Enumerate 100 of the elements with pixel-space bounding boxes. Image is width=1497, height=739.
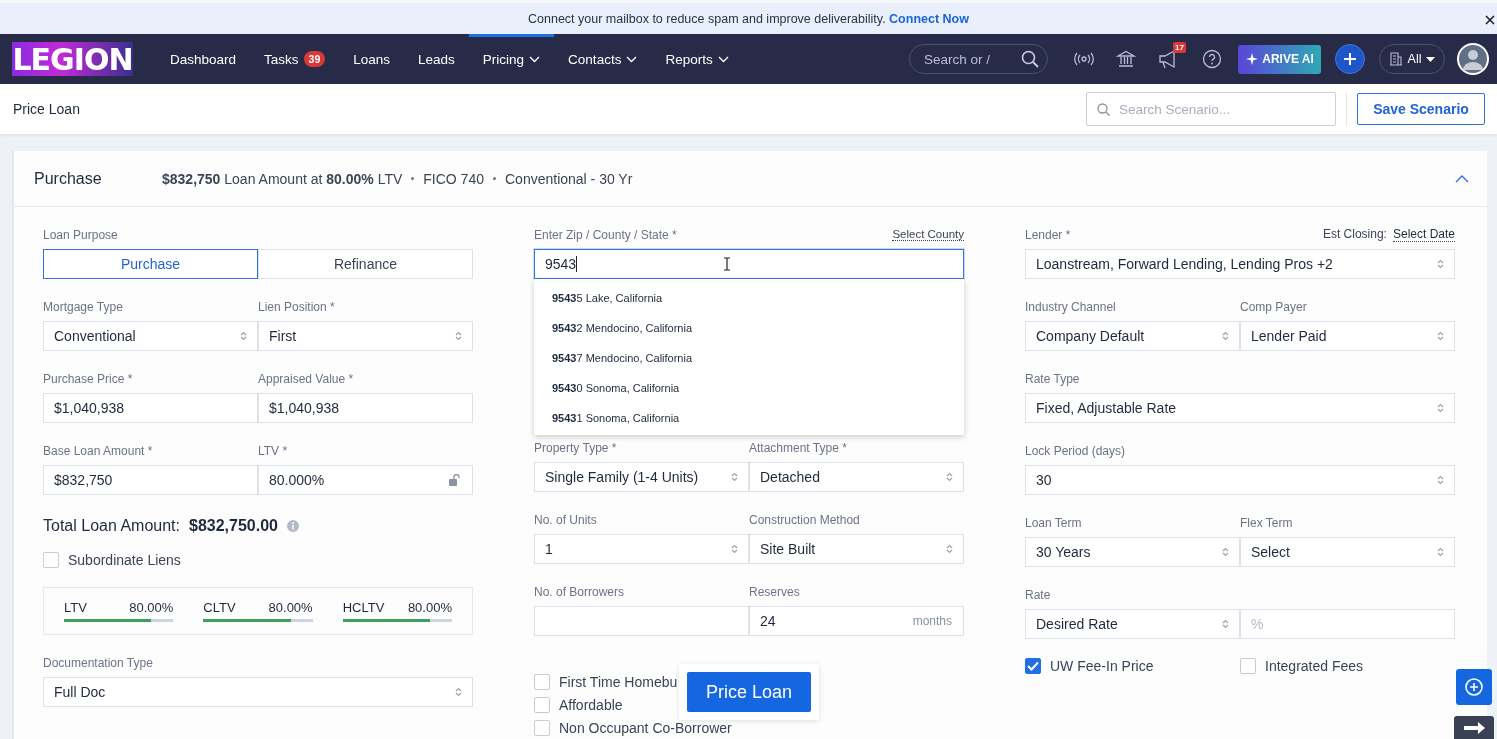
search-field[interactable]: Search or / xyxy=(909,44,1048,74)
checkbox-label: First Time Homebu xyxy=(559,674,678,690)
ratio-label: HCLTV xyxy=(342,600,385,615)
avatar[interactable] xyxy=(1457,43,1489,75)
sort-caret-icon xyxy=(946,472,953,482)
checkbox-label: Non Occupant Co-Borrower xyxy=(559,720,732,736)
price-loan-button[interactable]: Price Loan xyxy=(687,672,811,712)
input-field[interactable]: $1,040,938 xyxy=(43,393,258,423)
checkbox[interactable] xyxy=(43,552,59,568)
count-badge: 39 xyxy=(303,51,326,67)
checkbox[interactable] xyxy=(534,674,550,690)
help-icon[interactable] xyxy=(1202,49,1222,69)
nav-tab[interactable]: Contacts xyxy=(554,34,652,84)
banner-text: Connect your mailbox to reduce spam and improve deliverability. Connect Now xyxy=(528,11,969,26)
closing-label: Est Closing: xyxy=(1322,227,1387,242)
nav-tab[interactable]: Loans xyxy=(339,34,405,84)
checkbox-label: UW Fee-In Price xyxy=(1050,658,1154,674)
select-county-link[interactable]: Select County xyxy=(892,228,964,241)
field-label: Mortgage Type xyxy=(43,299,123,314)
field-label: Appraised Value * xyxy=(258,371,354,386)
input-field[interactable]: % xyxy=(1240,609,1455,639)
select-field[interactable]: Detached xyxy=(749,462,964,492)
connect-link[interactable]: Connect Now xyxy=(889,11,969,26)
select-field[interactable]: First xyxy=(258,321,473,351)
chevron-up-icon[interactable] xyxy=(1455,174,1469,183)
ratio-label: LTV xyxy=(64,600,87,615)
field-label: Loan Purpose xyxy=(43,227,118,242)
select-field[interactable]: 30 xyxy=(1025,465,1455,495)
field-label: Comp Payer xyxy=(1240,299,1307,314)
unlock-icon[interactable] xyxy=(449,474,460,486)
checkbox[interactable] xyxy=(1025,658,1041,674)
sort-caret-icon xyxy=(455,331,462,341)
arrow-right-icon xyxy=(1462,721,1486,735)
input-field[interactable]: $1,040,938 xyxy=(258,393,473,423)
ai-button[interactable]: ARIVE AI xyxy=(1238,44,1321,74)
sort-caret-icon xyxy=(1222,619,1229,629)
suggestion-item[interactable]: 95430 Sonoma, California xyxy=(534,373,964,403)
nav-tab[interactable]: Leads xyxy=(404,34,469,84)
select-field[interactable]: Lender Paid xyxy=(1240,321,1455,351)
select-field[interactable]: Full Doc xyxy=(43,677,473,707)
broadcast-icon[interactable] xyxy=(1074,52,1094,66)
checkbox-label: Affordable xyxy=(559,697,623,713)
close-icon[interactable] xyxy=(1485,15,1495,25)
checkbox[interactable] xyxy=(534,697,550,713)
sort-caret-icon xyxy=(1222,547,1229,557)
total-label: Total Loan Amount: xyxy=(43,517,180,535)
sparkle-icon xyxy=(1245,52,1259,66)
checkbox-label: Integrated Fees xyxy=(1265,658,1364,674)
field-label: Loan Term xyxy=(1025,515,1082,530)
segment-option[interactable]: Refinance xyxy=(258,249,473,279)
select-field[interactable]: 30 Years xyxy=(1025,537,1240,567)
arrow-button[interactable] xyxy=(1454,716,1494,739)
select-field[interactable]: 1 xyxy=(534,534,749,564)
sort-caret-icon xyxy=(240,331,247,341)
select-field[interactable]: Desired Rate xyxy=(1025,609,1240,639)
add-button[interactable] xyxy=(1335,44,1365,74)
suggestion-item[interactable]: 95437 Mendocino, California xyxy=(534,343,964,373)
select-field[interactable]: Conventional xyxy=(43,321,258,351)
nav-tab[interactable]: Tasks 39 xyxy=(250,34,340,84)
add-circle-button[interactable] xyxy=(1456,669,1492,705)
ratio-label: CLTV xyxy=(203,600,236,615)
segment-option[interactable]: Purchase xyxy=(43,249,258,279)
select-field[interactable]: Select xyxy=(1240,537,1455,567)
sort-caret-icon xyxy=(731,472,738,482)
search-icon[interactable] xyxy=(1021,50,1039,68)
field-label: No. of Borrowers xyxy=(534,584,625,599)
loan-summary: Conventional - 30 Yr xyxy=(505,170,633,187)
logo[interactable]: LEGION xyxy=(12,42,133,76)
sort-caret-icon xyxy=(1437,331,1444,341)
sort-caret-icon xyxy=(1437,475,1444,485)
suggestion-item[interactable]: 95431 Sonoma, California xyxy=(534,403,964,433)
sort-caret-icon xyxy=(1437,259,1444,269)
select-field[interactable]: Loanstream, Forward Lending, Lending Pros +2 xyxy=(1025,249,1455,279)
input-field[interactable]: 80.000% xyxy=(258,465,473,495)
nav-tab[interactable]: Dashboard xyxy=(156,34,251,84)
bank-icon[interactable] xyxy=(1116,50,1136,68)
zip-input-field[interactable]: 9543 xyxy=(534,249,964,279)
notification-badge: 17 xyxy=(1173,42,1186,53)
checkbox[interactable] xyxy=(534,720,550,736)
input-field[interactable] xyxy=(534,606,749,636)
select-field[interactable]: Single Family (1-4 Units) xyxy=(534,462,749,492)
field-label: Lock Period (days) xyxy=(1025,443,1126,458)
search-icon xyxy=(1097,103,1110,116)
field-label: Lender * xyxy=(1025,227,1071,242)
sort-caret-icon xyxy=(731,544,738,554)
field-label: Property Type * xyxy=(534,440,617,455)
nav-tab[interactable]: Reports xyxy=(651,34,743,84)
suggestion-item[interactable]: 95435 Lake, California xyxy=(534,283,964,313)
select-date-link[interactable]: Select Date xyxy=(1392,227,1455,242)
select-field[interactable]: Fixed, Adjustable Rate xyxy=(1025,393,1455,423)
total-value: $832,750.00 xyxy=(189,517,278,535)
page-title: Price Loan xyxy=(13,101,80,117)
input-field[interactable]: $832,750 xyxy=(43,465,258,495)
save-button[interactable]: Save Scenario xyxy=(1357,93,1485,125)
select-field[interactable]: Company Default xyxy=(1025,321,1240,351)
field-label: No. of Units xyxy=(534,512,597,527)
suggestion-item[interactable]: 95432 Mendocino, California xyxy=(534,313,964,343)
checkbox[interactable] xyxy=(1240,658,1256,674)
select-field[interactable]: Site Built xyxy=(749,534,964,564)
field-label: Construction Method xyxy=(749,512,860,527)
